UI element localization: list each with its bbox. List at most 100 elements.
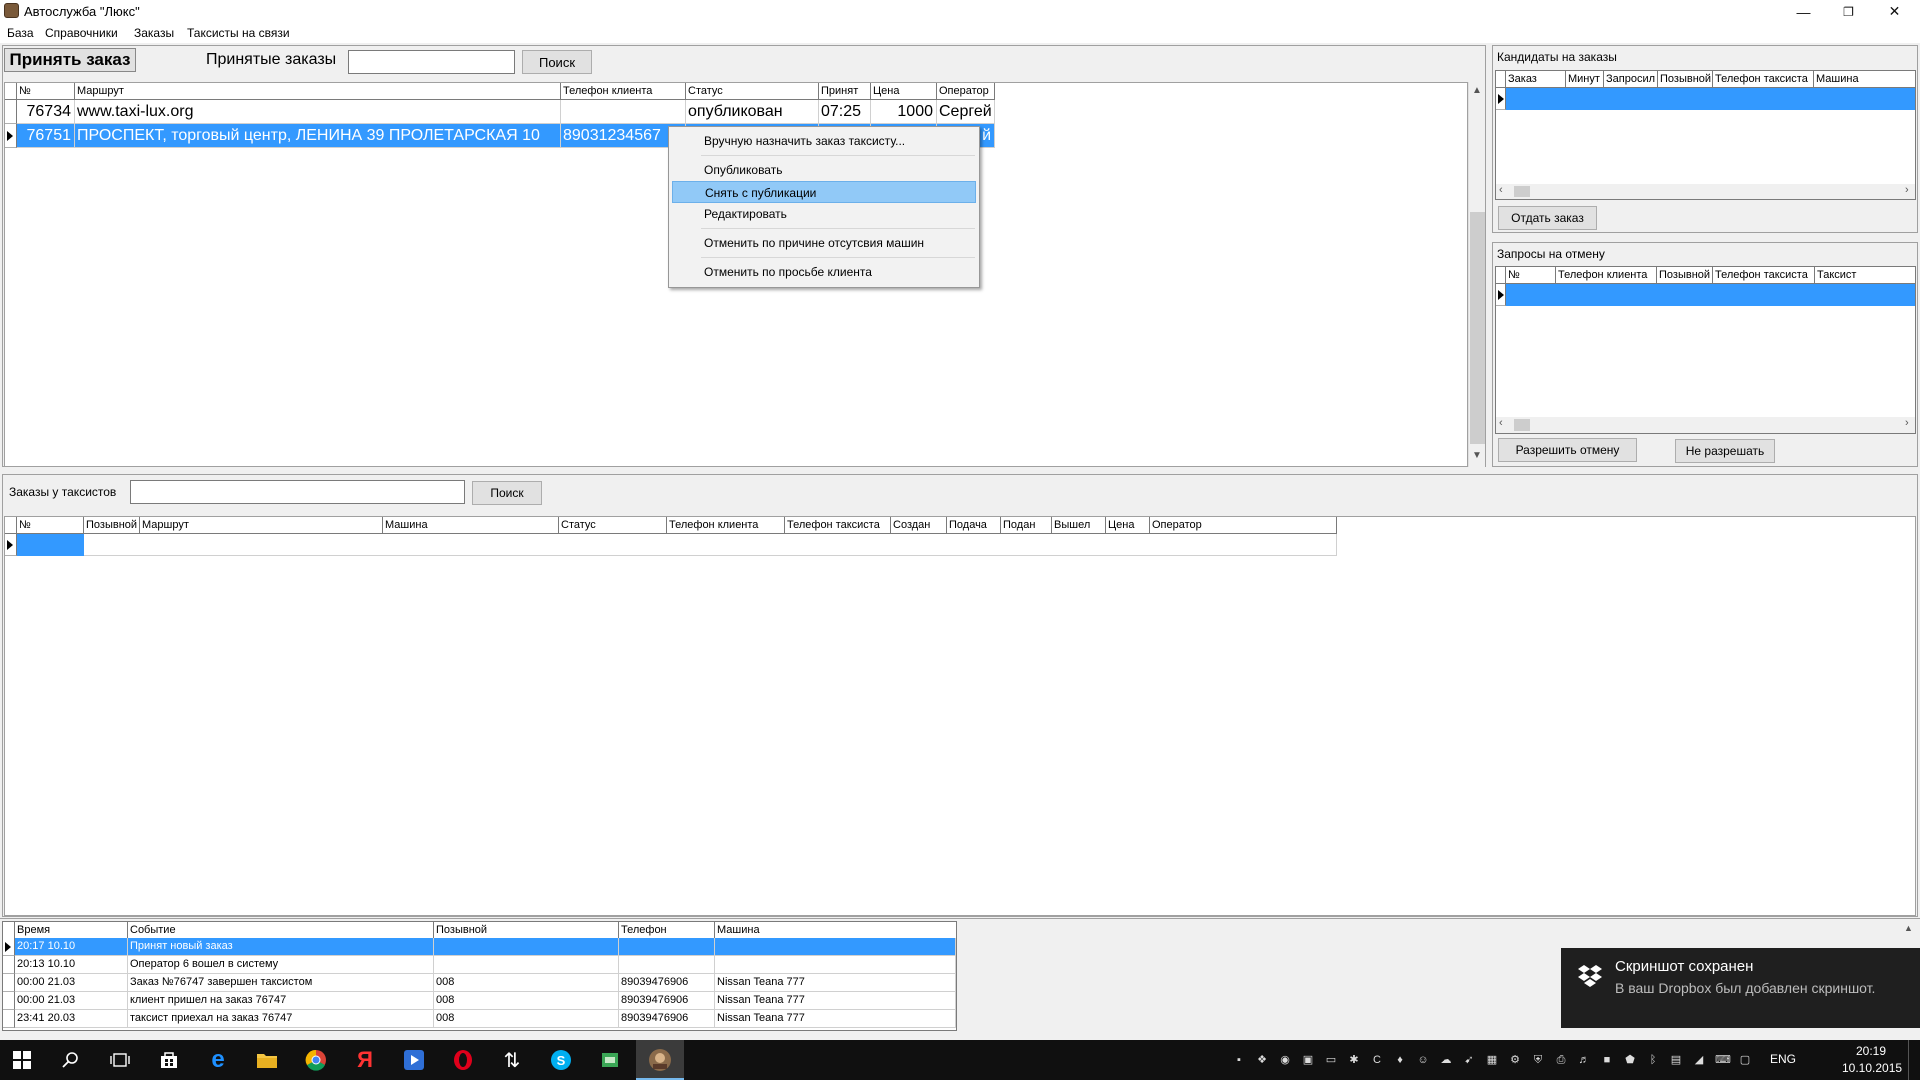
driver-order-row-empty[interactable] xyxy=(84,534,1337,556)
event-callsign-cell[interactable] xyxy=(434,956,619,974)
event-event-cell[interactable]: таксист приехал на заказ 76747 xyxy=(128,1010,434,1028)
file-explorer-icon[interactable] xyxy=(253,1046,281,1074)
col-route[interactable]: Маршрут xyxy=(75,83,561,100)
restore-button[interactable]: ❐ xyxy=(1826,0,1871,23)
event-event-cell[interactable]: клиент пришел на заказ 76747 xyxy=(128,992,434,1010)
give-order-button[interactable]: Отдать заказ xyxy=(1498,206,1597,230)
viber-icon[interactable]: ◉ xyxy=(1278,1053,1292,1067)
search-icon[interactable] xyxy=(57,1046,85,1074)
col-order[interactable]: Заказ xyxy=(1506,71,1566,88)
event-car-cell[interactable]: Nissan Teana 777 xyxy=(715,1010,956,1028)
accept-order-button[interactable]: Принять заказ xyxy=(4,48,136,72)
col-driver-phone[interactable]: Телефон таксиста xyxy=(785,517,891,534)
col-client-phone[interactable]: Телефон клиента xyxy=(1556,267,1657,284)
row-header[interactable] xyxy=(5,100,17,124)
chrome-icon[interactable] xyxy=(302,1046,330,1074)
gear-icon[interactable]: ⚙ xyxy=(1508,1053,1522,1067)
order-num[interactable]: 76751 xyxy=(17,124,75,148)
col-price[interactable]: Цена xyxy=(871,83,937,100)
row-header-selected[interactable] xyxy=(5,534,17,556)
scroll-down-icon[interactable]: ▼ xyxy=(1472,450,1482,461)
torrent-icon[interactable]: ⇅ xyxy=(498,1046,526,1074)
col-pickup[interactable]: Подача xyxy=(947,517,1001,534)
col-callsign[interactable]: Позывной xyxy=(434,922,619,939)
printer-icon[interactable]: ⎙ xyxy=(1554,1053,1568,1067)
event-phone-cell[interactable]: 89039476906 xyxy=(619,974,715,992)
smiley-icon[interactable]: ☺ xyxy=(1416,1053,1430,1067)
event-phone-cell[interactable] xyxy=(619,956,715,974)
scroll-left-icon[interactable]: ‹ xyxy=(1499,184,1503,196)
col-driver-phone[interactable]: Телефон таксиста xyxy=(1713,71,1814,88)
col-phone[interactable]: Телефон xyxy=(619,922,715,939)
col-arrived[interactable]: Подан xyxy=(1001,517,1052,534)
row-header[interactable] xyxy=(3,956,15,974)
event-event-cell[interactable]: Принят новый заказ xyxy=(128,938,434,956)
col-driver[interactable]: Таксист xyxy=(1815,267,1915,284)
media-player-icon[interactable] xyxy=(400,1046,428,1074)
col-num[interactable]: № xyxy=(1506,267,1556,284)
col-driver-phone[interactable]: Телефон таксиста xyxy=(1713,267,1815,284)
scroll-up-icon[interactable]: ▲ xyxy=(1904,923,1913,933)
col-status[interactable]: Статус xyxy=(559,517,667,534)
row-header-selected[interactable] xyxy=(5,124,17,148)
store-icon[interactable] xyxy=(155,1046,183,1074)
menu-spravochniki[interactable]: Справочники xyxy=(45,26,118,40)
dropbox-icon[interactable]: ❖ xyxy=(1255,1053,1269,1067)
scroll-left-icon[interactable]: ‹ xyxy=(1499,417,1503,429)
col-num[interactable]: № xyxy=(17,517,84,534)
event-phone-cell[interactable]: 89039476906 xyxy=(619,992,715,1010)
ctx-cancel-no-cars[interactable]: Отменить по причине отсутсвия машин xyxy=(672,232,976,254)
event-callsign-cell[interactable] xyxy=(434,938,619,956)
event-time-cell[interactable]: 20:13 10.10 xyxy=(15,956,128,974)
bluetooth-icon[interactable]: ᛒ xyxy=(1646,1053,1660,1067)
network-drive-icon[interactable]: ▣ xyxy=(1301,1053,1315,1067)
event-callsign-cell[interactable]: 008 xyxy=(434,992,619,1010)
show-desktop-button[interactable] xyxy=(1908,1040,1914,1080)
scroll-right-icon[interactable]: › xyxy=(1905,417,1909,429)
keyboard-icon[interactable]: ⌨ xyxy=(1715,1053,1731,1067)
col-car[interactable]: Машина xyxy=(383,517,559,534)
scroll-thumb[interactable] xyxy=(1514,419,1530,431)
row-header[interactable] xyxy=(3,938,15,956)
order-time[interactable]: 07:25 xyxy=(819,100,871,124)
scroll-thumb[interactable] xyxy=(1514,186,1530,197)
col-price[interactable]: Цена xyxy=(1106,517,1150,534)
row-header[interactable] xyxy=(3,974,15,992)
col-status[interactable]: Статус xyxy=(686,83,819,100)
cancel-row-empty[interactable] xyxy=(1506,284,1915,306)
row-header-selected[interactable] xyxy=(1496,284,1506,306)
notification-icon[interactable]: ▢ xyxy=(1738,1053,1752,1067)
order-route[interactable]: www.taxi-lux.org xyxy=(75,100,561,124)
order-phone[interactable] xyxy=(561,100,686,124)
order-price[interactable]: 1000 xyxy=(871,100,937,124)
col-accepted-time[interactable]: Принят xyxy=(819,83,871,100)
col-operator[interactable]: Оператор xyxy=(937,83,995,100)
event-car-cell[interactable]: Nissan Teana 777 xyxy=(715,992,956,1010)
col-callsign[interactable]: Позывной xyxy=(1657,267,1713,284)
yandex-browser-icon[interactable]: Я xyxy=(351,1046,379,1074)
col-callsign[interactable]: Позывной xyxy=(1658,71,1713,88)
ctx-cancel-client-request[interactable]: Отменить по просьбе клиента xyxy=(672,261,976,283)
accepted-grid-scrollbar[interactable]: ▲ ▼ xyxy=(1468,82,1485,467)
candidates-hscroll[interactable]: ‹ › xyxy=(1496,184,1915,199)
c-letter-icon[interactable]: C xyxy=(1370,1053,1384,1067)
col-client-phone[interactable]: Телефон клиента xyxy=(667,517,785,534)
arrow-icon[interactable]: ➹ xyxy=(1462,1053,1476,1067)
ctx-publish[interactable]: Опубликовать xyxy=(672,159,976,181)
event-car-cell[interactable] xyxy=(715,938,956,956)
volume-icon[interactable]: ◢ xyxy=(1692,1053,1706,1067)
candidate-row-empty[interactable] xyxy=(1506,88,1915,110)
scroll-up-icon[interactable]: ▲ xyxy=(1472,85,1482,96)
dropbox-toast[interactable]: Скриншот сохранен В ваш Dropbox был доба… xyxy=(1561,948,1920,1028)
clock-time[interactable]: 20:19 xyxy=(1842,1044,1900,1058)
scroll-thumb[interactable] xyxy=(1470,212,1485,444)
opera-icon[interactable] xyxy=(449,1046,477,1074)
order-status[interactable]: опубликован xyxy=(686,100,819,124)
cancel-hscroll[interactable]: ‹ › xyxy=(1496,417,1915,433)
col-event[interactable]: Событие xyxy=(128,922,434,939)
col-operator[interactable]: Оператор xyxy=(1150,517,1337,534)
volume-app-icon[interactable]: ♬ xyxy=(1577,1053,1591,1067)
row-header[interactable] xyxy=(3,1010,15,1028)
event-callsign-cell[interactable]: 008 xyxy=(434,974,619,992)
language-indicator[interactable]: ENG xyxy=(1770,1052,1796,1066)
